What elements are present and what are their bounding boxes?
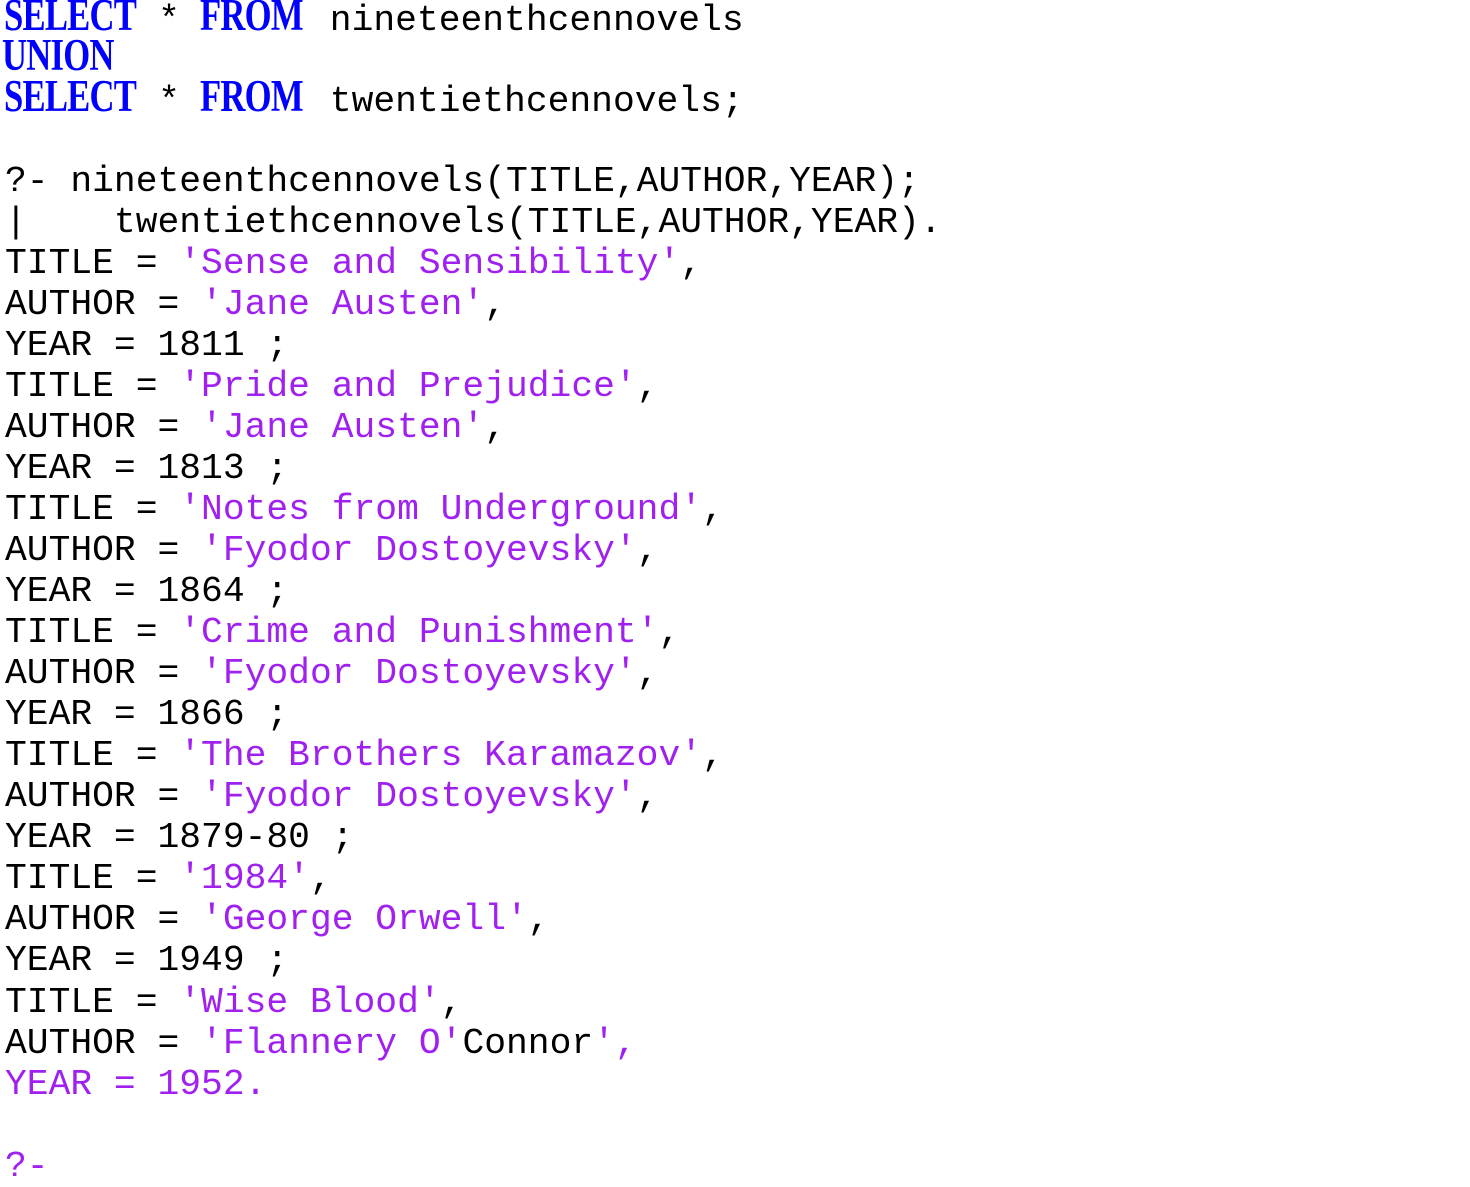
sql-keyword-from: FROM	[200, 0, 304, 40]
prolog-query-line: ?- nineteenthcennovels(TITLE,AUTHOR,YEAR…	[5, 161, 920, 202]
author-value: 'Jane Austen'	[201, 284, 485, 325]
sql-keyword-union: UNION	[2, 30, 114, 80]
result-year-line: YEAR = 1952.	[5, 1064, 267, 1105]
result-year-line: YEAR = 1813 ;	[5, 448, 289, 489]
result-author-line: AUTHOR = 'Fyodor Dostoyevsky',	[5, 530, 658, 571]
result-title-line: TITLE = 'Crime and Punishment',	[5, 612, 680, 653]
title-value: 'Pride and Prejudice'	[179, 366, 637, 407]
field-label: AUTHOR =	[5, 1023, 202, 1064]
field-label: AUTHOR =	[5, 653, 202, 694]
result-year-line: YEAR = 1866 ;	[5, 694, 289, 735]
field-label: TITLE =	[5, 858, 180, 899]
field-label: TITLE =	[5, 489, 180, 530]
separator: ,	[484, 407, 507, 448]
title-value: 'Notes from Underground'	[179, 489, 703, 530]
author-value: 'Fyodor Dostoyevsky'	[201, 653, 637, 694]
result-author-line: AUTHOR = 'George Orwell',	[5, 899, 550, 940]
sql-keyword-from: FROM	[200, 71, 304, 121]
author-value: 'Fyodor Dostoyevsky'	[201, 776, 637, 817]
prolog-prompt[interactable]: ?-	[5, 1146, 49, 1187]
result-title-line: TITLE = 'Pride and Prejudice',	[5, 366, 658, 407]
separator: ,	[636, 653, 659, 694]
field-label: TITLE =	[5, 366, 180, 407]
author-value-part: ',	[593, 1023, 637, 1064]
sql-table-name: nineteenthcennovels	[308, 0, 744, 41]
separator: ,	[636, 366, 659, 407]
field-label: TITLE =	[5, 612, 180, 653]
author-value: 'Fyodor Dostoyevsky'	[201, 530, 637, 571]
title-value: '1984'	[179, 858, 310, 899]
sql-line-select-1: SELECT * FROM nineteenthcennovels	[4, 0, 744, 41]
result-title-line: TITLE = 'The Brothers Karamazov',	[5, 735, 724, 776]
title-value: 'The Brothers Karamazov'	[179, 735, 703, 776]
sql-table-name: twentiethcennovels;	[308, 81, 744, 122]
field-label: AUTHOR =	[5, 899, 202, 940]
result-title-line: TITLE = '1984',	[5, 858, 332, 899]
result-year-line: YEAR = 1811 ;	[5, 325, 289, 366]
title-value: 'Sense and Sensibility'	[179, 243, 681, 284]
field-label: TITLE =	[5, 982, 180, 1023]
separator: ,	[484, 284, 507, 325]
result-year-line: YEAR = 1949 ;	[5, 940, 289, 981]
result-year-line: YEAR = 1864 ;	[5, 571, 289, 612]
separator: ,	[309, 858, 332, 899]
separator: ,	[636, 530, 659, 571]
field-label: AUTHOR =	[5, 530, 202, 571]
field-label: TITLE =	[5, 243, 180, 284]
separator: ,	[636, 776, 659, 817]
result-author-line: AUTHOR = 'Flannery O'Connor',	[5, 1023, 637, 1064]
separator: ,	[702, 489, 724, 530]
title-value: 'Wise Blood'	[179, 982, 441, 1023]
separator: ,	[680, 243, 703, 284]
sql-line-union: UNION	[2, 30, 122, 80]
field-label: AUTHOR =	[5, 776, 202, 817]
separator: ,	[440, 982, 463, 1023]
result-title-line: TITLE = 'Sense and Sensibility',	[5, 243, 702, 284]
author-value-part: Connor	[462, 1023, 594, 1064]
author-value-part: 'Flannery O'	[201, 1023, 463, 1064]
title-value: 'Crime and Punishment'	[179, 612, 659, 653]
sql-star: *	[158, 0, 180, 41]
separator: ,	[702, 735, 724, 776]
result-year-line: YEAR = 1879-80 ;	[5, 817, 354, 858]
separator: ,	[527, 899, 550, 940]
result-author-line: AUTHOR = 'Jane Austen',	[5, 284, 506, 325]
result-author-line: AUTHOR = 'Fyodor Dostoyevsky',	[5, 653, 658, 694]
sql-line-select-2: SELECT * FROM twentiethcennovels;	[4, 71, 744, 123]
field-label: AUTHOR =	[5, 284, 202, 325]
separator: ,	[658, 612, 681, 653]
author-value: 'Jane Austen'	[201, 407, 485, 448]
sql-star: *	[158, 81, 180, 122]
result-title-line: TITLE = 'Notes from Underground',	[5, 489, 724, 530]
field-label: AUTHOR =	[5, 407, 202, 448]
sql-keyword-select: SELECT	[4, 71, 137, 121]
result-author-line: AUTHOR = 'Jane Austen',	[5, 407, 506, 448]
prolog-query-line: | twentiethcennovels(TITLE,AUTHOR,YEAR).	[5, 202, 942, 243]
author-value: 'George Orwell'	[201, 899, 528, 940]
result-title-line: TITLE = 'Wise Blood',	[5, 982, 462, 1023]
result-author-line: AUTHOR = 'Fyodor Dostoyevsky',	[5, 776, 658, 817]
field-label: TITLE =	[5, 735, 180, 776]
